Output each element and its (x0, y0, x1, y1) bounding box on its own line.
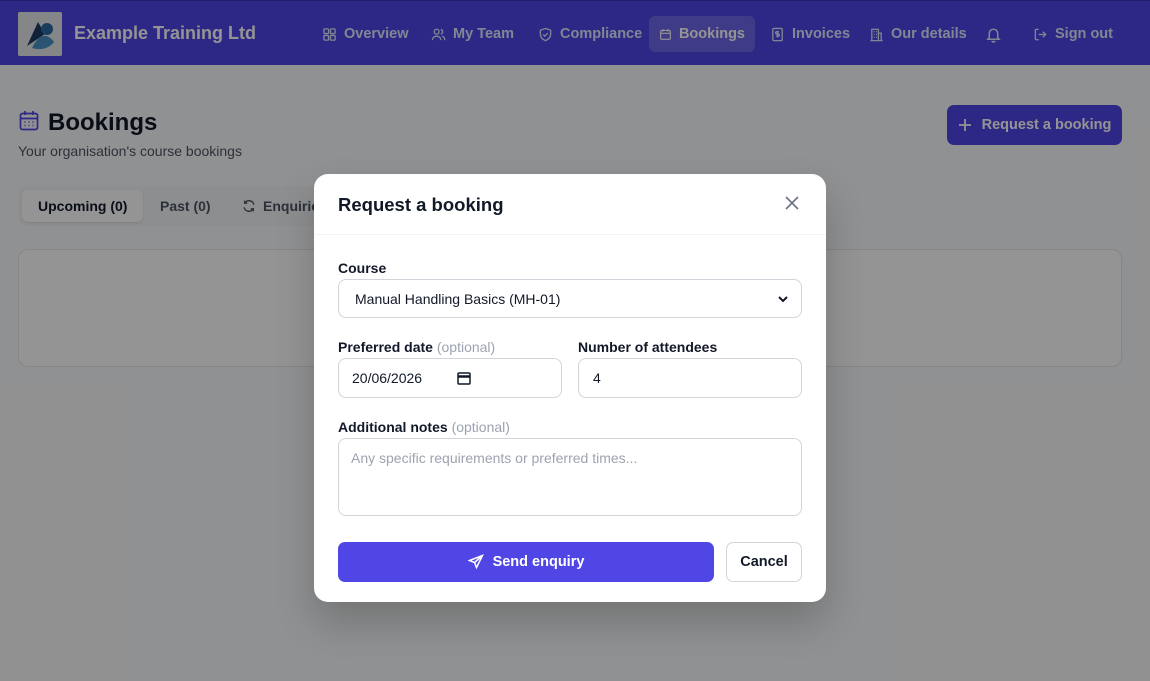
course-label: Course (338, 260, 387, 276)
cancel-label: Cancel (740, 554, 788, 570)
dialog-title: Request a booking (338, 194, 504, 215)
request-booking-dialog: Request a booking Course Manual Handling… (314, 174, 826, 602)
attendees-label: Number of attendees (578, 339, 718, 355)
dialog-divider (314, 234, 826, 235)
attendees-value: 4 (593, 370, 601, 386)
optional-hint-notes: (optional) (451, 419, 510, 435)
preferred-date-input[interactable]: 20/06/2026 (338, 358, 562, 398)
send-enquiry-button[interactable]: Send enquiry (338, 542, 714, 582)
send-icon (467, 554, 484, 570)
notes-label: Additional notes (optional) (338, 419, 510, 435)
close-icon[interactable] (782, 193, 802, 213)
preferred-date-label: Preferred date (optional) (338, 339, 495, 355)
send-enquiry-label: Send enquiry (492, 554, 585, 570)
cancel-button[interactable]: Cancel (726, 542, 802, 582)
course-select[interactable]: Manual Handling Basics (MH-01) (338, 279, 802, 318)
optional-hint: (optional) (436, 339, 496, 355)
chevron-down-icon (778, 295, 788, 302)
notes-textarea[interactable]: Any specific requirements or preferred t… (338, 438, 802, 516)
preferred-date-value: 20/06/2026 (352, 370, 423, 386)
notes-label-text: Additional notes (338, 419, 448, 435)
attendees-input[interactable]: 4 (578, 358, 802, 398)
course-select-value: Manual Handling Basics (MH-01) (355, 290, 561, 307)
preferred-date-label-text: Preferred date (338, 339, 433, 355)
notes-placeholder: Any specific requirements or preferred t… (351, 450, 638, 466)
calendar-picker-icon[interactable] (457, 371, 471, 385)
